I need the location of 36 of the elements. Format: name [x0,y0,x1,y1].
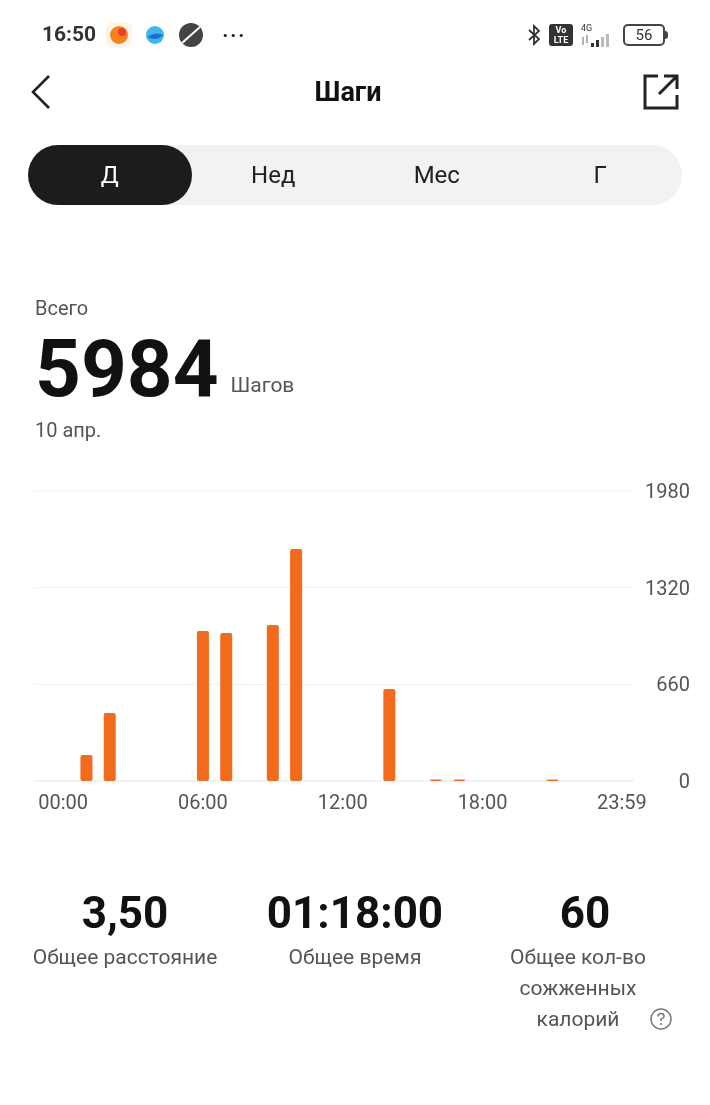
share-button[interactable] [642,73,680,111]
stat-label: Общее кол-во сожженных калорий [509,944,647,1033]
app-icon [106,22,133,48]
bar [80,754,93,781]
clock: 16:50 [42,21,97,49]
stat-label: Общее расстояние [32,945,218,969]
stat-label: Общее время [288,945,422,969]
steps-unit: Шагов [230,371,295,399]
date-label: 10 апр. [35,417,103,444]
battery-level: 56 [623,24,665,46]
help-icon[interactable] [650,1008,672,1030]
stat-value: 3,50 [81,888,169,938]
more-notifications: ··· [222,22,247,49]
page-title: Шаги [314,74,382,110]
period-tab[interactable]: Д [28,145,192,205]
x-tick-label: 12:00 [317,790,368,814]
y-tick-label: 660 [656,672,690,697]
network-label: 4G [581,23,593,33]
steps-total: 5984 [35,327,219,411]
volte-badge: Vo LTE [549,24,573,46]
stat-value: 01:18:00 [266,888,444,938]
x-tick-label: 18:00 [457,790,508,814]
x-tick-label: 00:00 [38,790,89,814]
x-tick-label: 06:00 [178,790,228,814]
bluetooth-icon [527,24,541,46]
y-tick-label: 1320 [645,575,690,600]
y-tick-label: 1980 [645,479,690,503]
globe-icon [178,22,205,48]
y-tick-label: 0 [678,769,690,793]
x-tick-label: 23:59 [597,790,647,814]
stat-value: 60 [559,888,611,938]
period-tab[interactable]: Нед [191,145,355,205]
period-tab[interactable]: Мес [355,145,519,205]
period-tab[interactable]: Г [518,145,682,205]
bar [103,713,116,781]
total-label: Всего [35,295,90,322]
